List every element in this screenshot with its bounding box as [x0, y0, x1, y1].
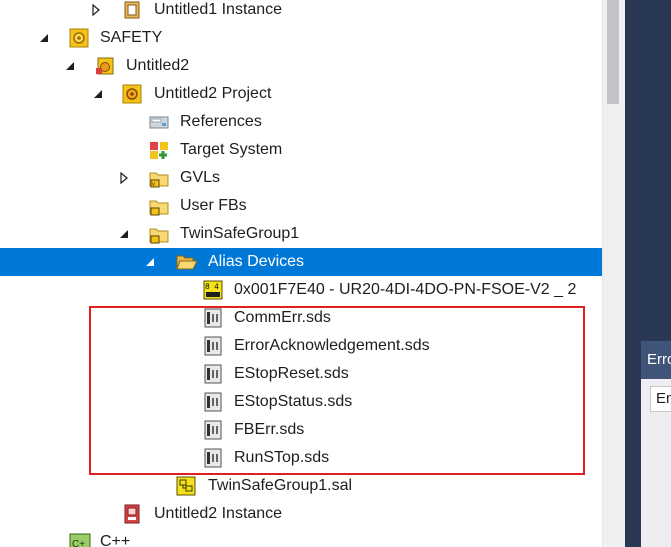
tree-item-user-fbs[interactable]: User FBs	[0, 192, 602, 220]
tree-item-twinsafegroup1-sal[interactable]: TwinSafeGroup1.sal	[0, 472, 602, 500]
expanded-arrow-icon[interactable]	[116, 220, 132, 248]
error-list-filter[interactable]: En	[650, 386, 671, 412]
tree-item-label: ErrorAcknowledgement.sds	[234, 337, 430, 354]
group-folder-icon	[149, 224, 169, 244]
expanded-arrow-icon[interactable]	[36, 24, 52, 52]
tree-item-label: TwinSafeGroup1.sal	[208, 477, 353, 494]
collapsed-arrow-icon[interactable]	[88, 0, 104, 24]
tree-item-target-system[interactable]: Target System	[0, 136, 602, 164]
target-system-icon	[149, 140, 169, 160]
sds-file-icon	[203, 420, 223, 440]
gvl-folder-icon: v	[149, 168, 169, 188]
svg-text:4: 4	[214, 283, 219, 292]
tree-item-label: EStopStatus.sds	[234, 393, 353, 410]
tree-item-untitled2-project[interactable]: Untitled2 Project	[0, 80, 602, 108]
tree-item-label: Untitled1 Instance	[154, 1, 283, 18]
tree-item-alias-devices[interactable]: Alias Devices	[0, 248, 602, 276]
tree-item-erroracknowledgement-sds[interactable]: ErrorAcknowledgement.sds	[0, 332, 602, 360]
sds-file-icon	[203, 364, 223, 384]
scrollbar-thumb[interactable]	[607, 0, 619, 104]
solution-explorer-tree: Untitled1 Instance SAFETY Untitled2 Unti…	[0, 0, 602, 547]
tree-item-gvls[interactable]: v GVLs	[0, 164, 602, 192]
tree-item-label: References	[180, 113, 262, 130]
sds-file-icon	[203, 448, 223, 468]
tree-item-io-device[interactable]: 84 0x001F7E40 - UR20-4DI-4DO-PN-FSOE-V2 …	[0, 276, 602, 304]
open-folder-icon	[176, 252, 198, 272]
tree-item-safety[interactable]: SAFETY	[0, 24, 602, 52]
sds-file-icon	[203, 308, 223, 328]
tree-item-label: Untitled2 Instance	[154, 505, 283, 522]
user-fb-folder-icon	[149, 196, 169, 216]
tree-item-label: C++	[100, 533, 131, 547]
cpp-icon: C+	[69, 532, 91, 547]
svg-text:C+: C+	[72, 539, 85, 547]
tree-item-label: EStopReset.sds	[234, 365, 349, 382]
tree-item-label: User FBs	[180, 197, 247, 214]
tree-item-fberr-sds[interactable]: FBErr.sds	[0, 416, 602, 444]
tree-item-label: TwinSafeGroup1	[180, 225, 300, 242]
safety-instance-icon	[122, 504, 142, 524]
expanded-arrow-icon[interactable]	[90, 80, 106, 108]
tree-item-untitled2[interactable]: Untitled2	[0, 52, 602, 80]
collapsed-arrow-icon[interactable]	[116, 164, 132, 192]
tree-item-label: RunSTop.sds	[234, 449, 330, 466]
references-icon	[149, 112, 169, 132]
tree-item-label: Untitled2 Project	[154, 85, 272, 102]
sds-file-icon	[203, 392, 223, 412]
tree-item-label: CommErr.sds	[234, 309, 331, 326]
tree-item-runstop-sds[interactable]: RunSTop.sds	[0, 444, 602, 472]
tree-item-cpp[interactable]: C+ C++	[0, 528, 602, 547]
sds-file-icon	[203, 336, 223, 356]
tree-item-label: FBErr.sds	[234, 421, 305, 438]
tree-item-label: Target System	[180, 141, 283, 158]
tree-item-label: Untitled2	[126, 57, 190, 74]
instance-icon	[122, 0, 142, 20]
tree-item-commerr-sds[interactable]: CommErr.sds	[0, 304, 602, 332]
expanded-arrow-icon[interactable]	[62, 52, 78, 80]
svg-text:8: 8	[205, 283, 210, 292]
expanded-arrow-icon[interactable]	[142, 248, 158, 276]
tree-item-references[interactable]: References	[0, 108, 602, 136]
sal-file-icon	[176, 476, 196, 496]
tree-item-estopstatus-sds[interactable]: EStopStatus.sds	[0, 388, 602, 416]
safety-project-icon	[95, 56, 115, 76]
tree-item-untitled1-instance[interactable]: Untitled1 Instance	[0, 0, 602, 24]
project-gear-icon	[122, 84, 142, 104]
io-device-icon: 84	[203, 280, 223, 300]
error-list-title[interactable]: Erro	[641, 341, 671, 379]
tree-item-twinsafegroup1[interactable]: TwinSafeGroup1	[0, 220, 602, 248]
tree-item-label: SAFETY	[100, 29, 163, 46]
tree-item-label: GVLs	[180, 169, 221, 186]
tree-item-label: 0x001F7E40 - UR20-4DI-4DO-PN-FSOE-V2 _ 2	[234, 281, 577, 298]
tree-item-untitled2-instance[interactable]: Untitled2 Instance	[0, 500, 602, 528]
tree-item-estopreset-sds[interactable]: EStopReset.sds	[0, 360, 602, 388]
tree-item-label: Alias Devices	[208, 253, 305, 270]
svg-text:v: v	[152, 182, 155, 188]
safety-gear-icon	[69, 28, 89, 48]
